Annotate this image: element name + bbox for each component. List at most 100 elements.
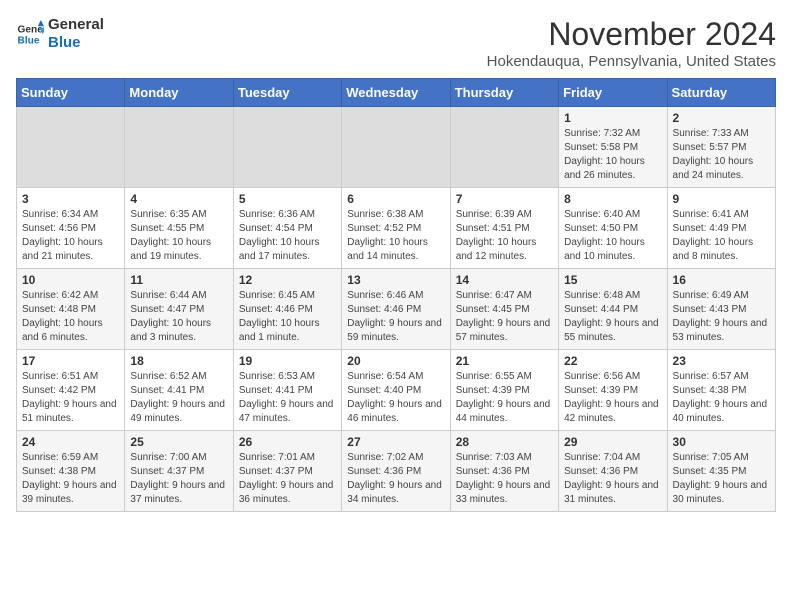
day-info: Sunrise: 6:53 AM Sunset: 4:41 PM Dayligh… <box>239 370 336 426</box>
day-info: Sunrise: 7:05 AM Sunset: 4:35 PM Dayligh… <box>673 451 770 507</box>
day-info: Sunrise: 7:03 AM Sunset: 4:36 PM Dayligh… <box>456 451 553 507</box>
day-number: 20 <box>347 354 444 368</box>
day-number: 11 <box>130 273 227 287</box>
day-number: 12 <box>239 273 336 287</box>
calendar-cell: 27 Sunrise: 7:02 AM Sunset: 4:36 PM Dayli… <box>342 431 450 512</box>
calendar-cell: 4 Sunrise: 6:35 AM Sunset: 4:55 PM Daylig… <box>125 188 233 269</box>
header-day-saturday: Saturday <box>667 79 775 107</box>
day-info: Sunrise: 6:57 AM Sunset: 4:38 PM Dayligh… <box>673 370 770 426</box>
day-number: 10 <box>22 273 119 287</box>
calendar-cell: 12 Sunrise: 6:45 AM Sunset: 4:46 PM Dayli… <box>233 269 341 350</box>
week-row-5: 24 Sunrise: 6:59 AM Sunset: 4:38 PM Dayli… <box>17 431 776 512</box>
location-subtitle: Hokendauqua, Pennsylvania, United States <box>487 53 776 70</box>
day-number: 21 <box>456 354 553 368</box>
day-info: Sunrise: 7:02 AM Sunset: 4:36 PM Dayligh… <box>347 451 444 507</box>
header: General Blue General Blue November 2024 … <box>16 16 776 70</box>
calendar-cell: 6Sunrise: 6:38 AM Sunset: 4:52 PM Daylig… <box>342 188 450 269</box>
calendar-cell: 5Sunrise: 6:36 AM Sunset: 4:54 PM Daylig… <box>233 188 341 269</box>
calendar-cell: 23 Sunrise: 6:57 AM Sunset: 4:38 PM Dayli… <box>667 350 775 431</box>
header-day-sunday: Sunday <box>17 79 125 107</box>
logo-line2: Blue <box>48 34 104 52</box>
day-info: Sunrise: 6:40 AM Sunset: 4:50 PM Dayligh… <box>564 208 661 264</box>
day-number: 27 <box>347 435 444 449</box>
calendar-body: 1Sunrise: 7:32 AM Sunset: 5:58 PM Daylig… <box>17 107 776 512</box>
calendar-cell: 2 Sunrise: 7:33 AM Sunset: 5:57 PM Daylig… <box>667 107 775 188</box>
day-number: 5 <box>239 192 336 206</box>
day-number: 26 <box>239 435 336 449</box>
day-number: 13 <box>347 273 444 287</box>
day-number: 14 <box>456 273 553 287</box>
day-info: Sunrise: 6:59 AM Sunset: 4:38 PM Dayligh… <box>22 451 119 507</box>
day-number: 8 <box>564 192 661 206</box>
day-number: 24 <box>22 435 119 449</box>
day-info: Sunrise: 6:44 AM Sunset: 4:47 PM Dayligh… <box>130 289 227 345</box>
day-number: 2 <box>673 111 770 125</box>
calendar-cell: 28 Sunrise: 7:03 AM Sunset: 4:36 PM Dayli… <box>450 431 558 512</box>
day-info: Sunrise: 6:42 AM Sunset: 4:48 PM Dayligh… <box>22 289 119 345</box>
calendar-cell: 26 Sunrise: 7:01 AM Sunset: 4:37 PM Dayli… <box>233 431 341 512</box>
day-number: 28 <box>456 435 553 449</box>
day-number: 30 <box>673 435 770 449</box>
day-number: 25 <box>130 435 227 449</box>
day-info: Sunrise: 6:49 AM Sunset: 4:43 PM Dayligh… <box>673 289 770 345</box>
day-info: Sunrise: 6:54 AM Sunset: 4:40 PM Dayligh… <box>347 370 444 426</box>
day-info: Sunrise: 7:00 AM Sunset: 4:37 PM Dayligh… <box>130 451 227 507</box>
day-info: Sunrise: 7:33 AM Sunset: 5:57 PM Dayligh… <box>673 127 770 183</box>
calendar-cell: 11 Sunrise: 6:44 AM Sunset: 4:47 PM Dayli… <box>125 269 233 350</box>
day-number: 9 <box>673 192 770 206</box>
calendar-cell: 13Sunrise: 6:46 AM Sunset: 4:46 PM Dayli… <box>342 269 450 350</box>
day-number: 7 <box>456 192 553 206</box>
week-row-4: 17 Sunrise: 6:51 AM Sunset: 4:42 PM Dayli… <box>17 350 776 431</box>
calendar-cell: 24 Sunrise: 6:59 AM Sunset: 4:38 PM Dayli… <box>17 431 125 512</box>
header-day-friday: Friday <box>559 79 667 107</box>
calendar-cell: 29Sunrise: 7:04 AM Sunset: 4:36 PM Dayli… <box>559 431 667 512</box>
calendar-cell: 14 Sunrise: 6:47 AM Sunset: 4:45 PM Dayli… <box>450 269 558 350</box>
calendar-cell: 17 Sunrise: 6:51 AM Sunset: 4:42 PM Dayli… <box>17 350 125 431</box>
day-info: Sunrise: 6:55 AM Sunset: 4:39 PM Dayligh… <box>456 370 553 426</box>
calendar-cell: 1Sunrise: 7:32 AM Sunset: 5:58 PM Daylig… <box>559 107 667 188</box>
header-day-tuesday: Tuesday <box>233 79 341 107</box>
day-info: Sunrise: 7:01 AM Sunset: 4:37 PM Dayligh… <box>239 451 336 507</box>
header-row: SundayMondayTuesdayWednesdayThursdayFrid… <box>17 79 776 107</box>
calendar-cell: 8 Sunrise: 6:40 AM Sunset: 4:50 PM Daylig… <box>559 188 667 269</box>
day-info: Sunrise: 6:52 AM Sunset: 4:41 PM Dayligh… <box>130 370 227 426</box>
calendar-cell: 15Sunrise: 6:48 AM Sunset: 4:44 PM Dayli… <box>559 269 667 350</box>
calendar-cell: 7 Sunrise: 6:39 AM Sunset: 4:51 PM Daylig… <box>450 188 558 269</box>
day-number: 29 <box>564 435 661 449</box>
day-info: Sunrise: 6:38 AM Sunset: 4:52 PM Dayligh… <box>347 208 444 264</box>
calendar-table: SundayMondayTuesdayWednesdayThursdayFrid… <box>16 78 776 512</box>
title-area: November 2024 Hokendauqua, Pennsylvania,… <box>487 16 776 70</box>
day-number: 16 <box>673 273 770 287</box>
logo: General Blue General Blue <box>16 16 104 52</box>
week-row-1: 1Sunrise: 7:32 AM Sunset: 5:58 PM Daylig… <box>17 107 776 188</box>
calendar-cell <box>450 107 558 188</box>
day-info: Sunrise: 6:48 AM Sunset: 4:44 PM Dayligh… <box>564 289 661 345</box>
calendar-cell: 22Sunrise: 6:56 AM Sunset: 4:39 PM Dayli… <box>559 350 667 431</box>
calendar-cell: 9Sunrise: 6:41 AM Sunset: 4:49 PM Daylig… <box>667 188 775 269</box>
header-day-monday: Monday <box>125 79 233 107</box>
day-number: 17 <box>22 354 119 368</box>
calendar-cell <box>17 107 125 188</box>
day-info: Sunrise: 6:47 AM Sunset: 4:45 PM Dayligh… <box>456 289 553 345</box>
calendar-cell: 16 Sunrise: 6:49 AM Sunset: 4:43 PM Dayli… <box>667 269 775 350</box>
calendar-header: SundayMondayTuesdayWednesdayThursdayFrid… <box>17 79 776 107</box>
day-info: Sunrise: 6:51 AM Sunset: 4:42 PM Dayligh… <box>22 370 119 426</box>
day-info: Sunrise: 6:34 AM Sunset: 4:56 PM Dayligh… <box>22 208 119 264</box>
day-number: 18 <box>130 354 227 368</box>
svg-text:Blue: Blue <box>18 35 40 46</box>
day-info: Sunrise: 6:45 AM Sunset: 4:46 PM Dayligh… <box>239 289 336 345</box>
day-number: 22 <box>564 354 661 368</box>
day-info: Sunrise: 7:32 AM Sunset: 5:58 PM Dayligh… <box>564 127 661 183</box>
calendar-cell <box>233 107 341 188</box>
day-number: 19 <box>239 354 336 368</box>
day-number: 3 <box>22 192 119 206</box>
month-title: November 2024 <box>487 16 776 53</box>
calendar-cell: 25 Sunrise: 7:00 AM Sunset: 4:37 PM Dayli… <box>125 431 233 512</box>
day-number: 4 <box>130 192 227 206</box>
day-info: Sunrise: 6:39 AM Sunset: 4:51 PM Dayligh… <box>456 208 553 264</box>
logo-icon: General Blue <box>16 20 44 48</box>
day-info: Sunrise: 6:35 AM Sunset: 4:55 PM Dayligh… <box>130 208 227 264</box>
calendar-cell: 3 Sunrise: 6:34 AM Sunset: 4:56 PM Daylig… <box>17 188 125 269</box>
day-number: 23 <box>673 354 770 368</box>
header-day-wednesday: Wednesday <box>342 79 450 107</box>
